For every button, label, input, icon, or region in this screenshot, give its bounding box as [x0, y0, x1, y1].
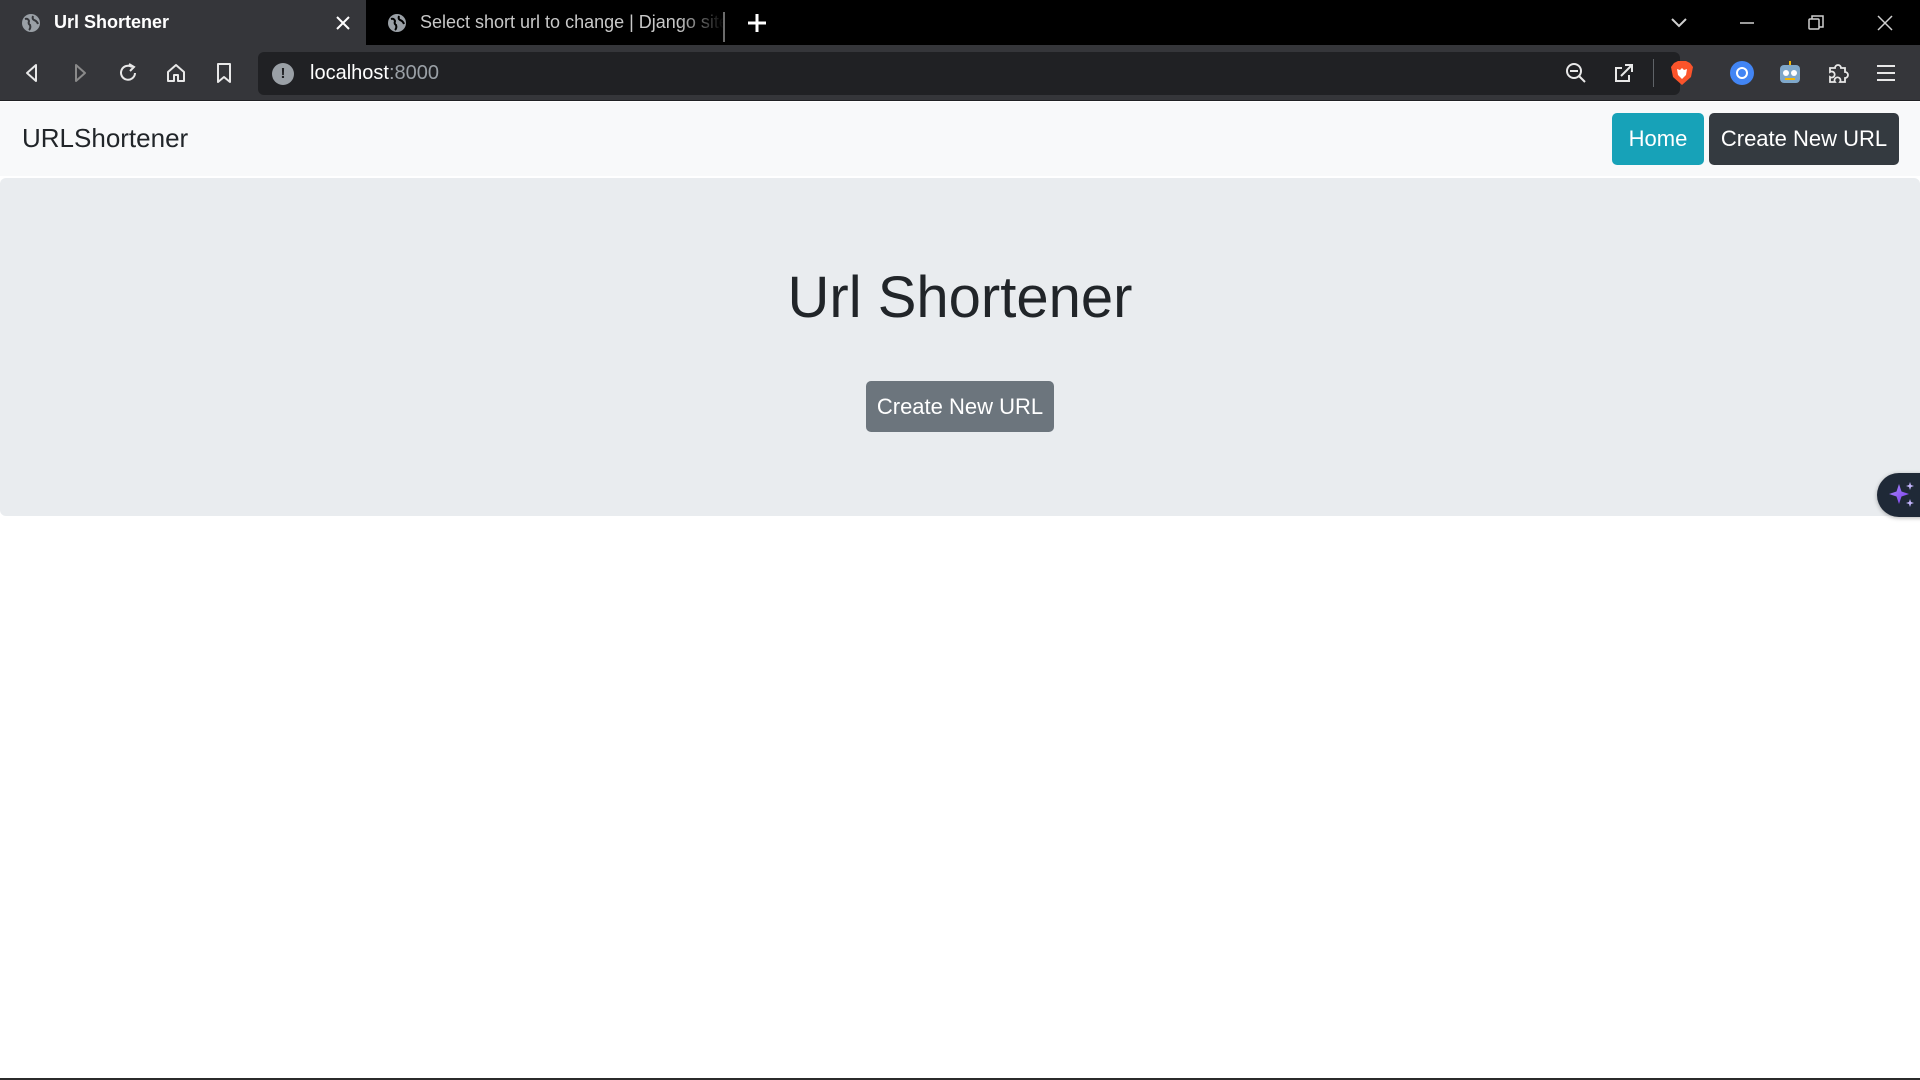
jumbotron: Url Shortener Create New URL [0, 178, 1920, 516]
home-icon [167, 64, 185, 82]
tab-django-admin[interactable]: Select short url to change | Django site… [366, 0, 724, 45]
tab-search-button[interactable] [1663, 7, 1695, 39]
back-arrow-icon [26, 64, 37, 82]
share-icon [1615, 64, 1633, 82]
site-info-icon[interactable]: ! [272, 62, 294, 85]
url-port: :8000 [388, 62, 439, 84]
reload-icon [120, 63, 136, 81]
create-new-url-nav-button[interactable]: Create New URL [1709, 113, 1899, 165]
page-content: URLShortener Home Create New URL Url Sho… [0, 102, 1920, 1078]
back-button[interactable] [14, 55, 50, 91]
browser-toolbar: ! localhost:8000 [0, 45, 1920, 101]
plus-icon [748, 14, 766, 32]
extension-circle-icon [1730, 61, 1754, 85]
share-button[interactable] [1606, 55, 1642, 91]
create-new-url-button[interactable]: Create New URL [866, 381, 1054, 432]
extensions-button[interactable] [1820, 55, 1856, 91]
restore-button[interactable] [1800, 7, 1832, 39]
address-url[interactable]: localhost:8000 [310, 62, 439, 85]
puzzle-icon [1829, 64, 1849, 83]
address-bar[interactable]: ! localhost:8000 [258, 52, 1680, 95]
brave-shields-button[interactable] [1664, 55, 1700, 91]
close-window-button[interactable] [1869, 7, 1901, 39]
browser-tab-strip: Url Shortener Select short url to change… [0, 0, 1920, 45]
tab-title: Select short url to change | Django site… [420, 12, 724, 32]
minimize-icon [1740, 22, 1754, 24]
robot-icon [1780, 61, 1800, 83]
forward-arrow-icon [75, 64, 86, 82]
close-tab-icon[interactable] [328, 8, 358, 38]
reload-button[interactable] [110, 55, 146, 91]
restore-icon [1808, 15, 1824, 30]
globe-icon [386, 12, 408, 34]
toolbar-divider [1653, 59, 1654, 87]
home-button[interactable]: Home [1612, 113, 1704, 165]
page-title: Url Shortener [787, 265, 1133, 330]
sparkle-icon [1889, 482, 1914, 507]
ai-assistant-button[interactable] [1877, 473, 1920, 517]
bookmark-icon [217, 63, 231, 83]
minimize-button[interactable] [1731, 7, 1763, 39]
close-icon [1877, 15, 1893, 31]
tab-separator [723, 12, 725, 42]
tab-url-shortener[interactable]: Url Shortener [0, 0, 366, 45]
zoom-button[interactable] [1558, 55, 1594, 91]
home-button[interactable] [158, 55, 194, 91]
extension-blue-button[interactable] [1724, 55, 1760, 91]
navbar: URLShortener Home Create New URL [0, 102, 1920, 176]
hamburger-menu-icon [1877, 65, 1895, 81]
chevron-down-icon [1671, 18, 1687, 28]
forward-button[interactable] [62, 55, 98, 91]
tab-title: Url Shortener [54, 12, 170, 32]
globe-icon [20, 12, 42, 34]
url-host: localhost [310, 62, 389, 84]
bookmark-button[interactable] [206, 55, 242, 91]
menu-button[interactable] [1868, 55, 1904, 91]
extension-bot-button[interactable] [1772, 55, 1808, 91]
new-tab-button[interactable] [742, 8, 772, 38]
navbar-brand[interactable]: URLShortener [22, 123, 188, 154]
zoom-out-icon [1566, 63, 1586, 83]
brave-lion-icon [1671, 61, 1693, 85]
